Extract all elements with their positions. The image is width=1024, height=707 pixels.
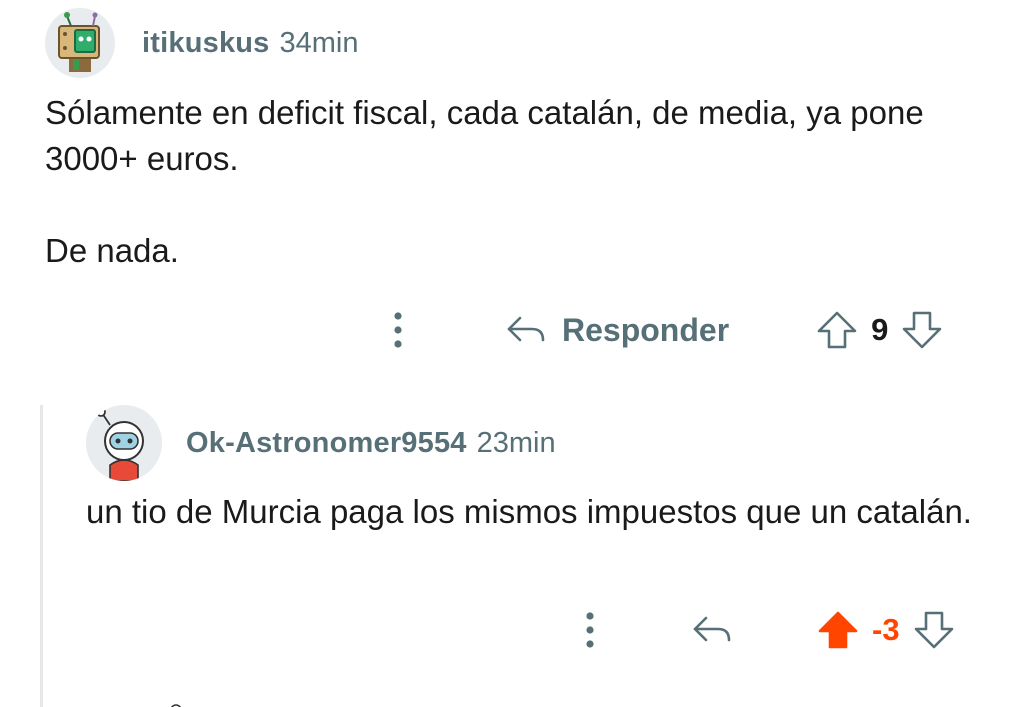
username[interactable]: Ok-Astronomer9554	[186, 427, 467, 460]
comment-actions: -3	[570, 605, 956, 655]
reply-arrow-icon	[507, 316, 545, 342]
upvote-arrow-outline-icon	[817, 311, 857, 349]
comment-thread: itikuskus 34min Sólamente en deficit fis…	[0, 0, 1024, 707]
more-options-button[interactable]	[378, 310, 418, 350]
more-options-button[interactable]	[570, 610, 610, 650]
comment-paragraph: De nada.	[45, 232, 179, 269]
more-vertical-icon	[394, 312, 402, 348]
timestamp: 23min	[476, 426, 556, 459]
comment-paragraph: Sólamente en deficit fiscal, cada catalá…	[45, 94, 924, 177]
upvote-button[interactable]	[815, 310, 859, 350]
timestamp: 34min	[279, 26, 359, 59]
avatar[interactable]	[45, 8, 115, 78]
downvote-button[interactable]	[900, 310, 944, 350]
comment-actions: Responder 9	[378, 305, 944, 355]
downvote-arrow-outline-icon	[914, 611, 953, 649]
comment-body: un tio de Murcia paga los mismos impuest…	[86, 489, 986, 535]
downvote-arrow-outline-icon	[903, 311, 942, 349]
downvote-button[interactable]	[912, 610, 956, 650]
more-vertical-icon	[586, 612, 594, 648]
reply-button[interactable]	[692, 614, 732, 646]
vote-score: 9	[871, 312, 889, 347]
upvote-button[interactable]	[816, 610, 860, 650]
thread-line[interactable]	[40, 405, 43, 707]
reply-button[interactable]: Responder	[506, 312, 729, 349]
avatar[interactable]	[86, 405, 162, 481]
reply-arrow-icon	[693, 616, 731, 642]
comment-header: itikuskus 34min	[45, 8, 359, 78]
partial-avatar-icon	[171, 704, 181, 707]
comment-header: Ok-Astronomer9554 23min	[86, 405, 556, 481]
username[interactable]: itikuskus	[142, 27, 270, 60]
reply-label: Responder	[562, 311, 730, 348]
astronaut-avatar-icon	[86, 405, 162, 481]
comment-body: Sólamente en deficit fiscal, cada catalá…	[45, 90, 975, 274]
comment-paragraph: un tio de Murcia paga los mismos impuest…	[86, 493, 972, 530]
vote-score: -3	[872, 612, 900, 647]
robot-avatar-icon	[45, 8, 115, 78]
next-comment-peek	[86, 696, 206, 707]
upvote-arrow-filled-icon	[818, 611, 858, 649]
